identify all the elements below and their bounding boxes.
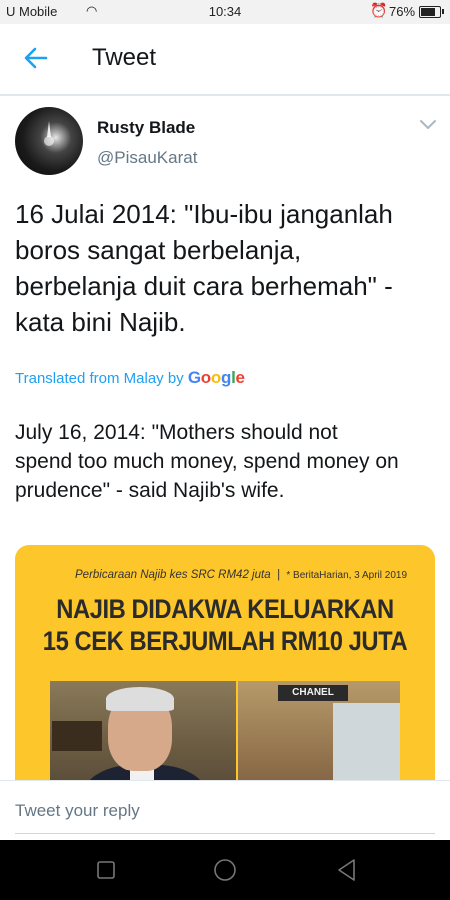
reply-bar: Tweet your reply (0, 780, 450, 841)
app-header: Tweet (0, 24, 450, 96)
author-name[interactable]: Rusty Blade (97, 118, 195, 138)
media-headline-line-2: 15 CEK BERJUMLAH RM10 JUTA (42, 626, 408, 656)
back-arrow-icon[interactable] (22, 44, 50, 72)
chevron-down-icon[interactable] (418, 118, 438, 132)
media-headline-line-1: NAJIB DIDAKWA KELUARKAN (56, 594, 394, 624)
hair-shape (106, 687, 174, 711)
battery-fill (421, 8, 435, 16)
google-logo-letter: g (220, 368, 232, 387)
home-icon[interactable] (213, 858, 237, 887)
recent-apps-icon[interactable] (96, 860, 116, 885)
google-logo-letter: e (235, 368, 245, 387)
tweet-text: 16 Julai 2014: "Ibu-ibu janganlah boros … (15, 199, 393, 337)
media-headline: NAJIB DIDAKWA KELUARKAN 15 CEK BERJUMLAH… (40, 593, 410, 657)
back-icon[interactable] (336, 858, 358, 887)
translated-from-label: Translated from Malay by (15, 370, 188, 387)
wall-plaque (52, 721, 102, 751)
store-sign: CHANEL (278, 685, 348, 701)
page-title: Tweet (92, 44, 157, 71)
translated-link[interactable]: Translated from Malay by Google (15, 368, 245, 388)
battery-icon (419, 6, 444, 18)
reply-underline (15, 833, 435, 834)
google-logo-letter: o (210, 368, 221, 387)
google-logo: Google (188, 368, 245, 387)
google-logo-letter: o (200, 368, 211, 387)
status-bar: U Mobile ◠ 10:34 ⏰ 76% (0, 0, 450, 24)
media-caption-title: Perbicaraan Najib kes SRC RM42 juta (75, 569, 271, 581)
media-caption: Perbicaraan Najib kes SRC RM42 juta | * … (75, 569, 407, 581)
avatar[interactable] (15, 107, 83, 175)
google-logo-letter: G (187, 368, 201, 387)
author-handle[interactable]: @PisauKarat (97, 148, 197, 168)
translation-text: July 16, 2014: "Mothers should not spend… (15, 421, 399, 502)
android-nav-bar (0, 840, 450, 900)
alarm-icon: ⏰ (370, 2, 388, 18)
reply-input[interactable]: Tweet your reply (15, 801, 140, 821)
media-caption-source: * BeritaHarian, 3 April 2019 (286, 570, 407, 581)
battery-percent: 76% (389, 4, 416, 19)
